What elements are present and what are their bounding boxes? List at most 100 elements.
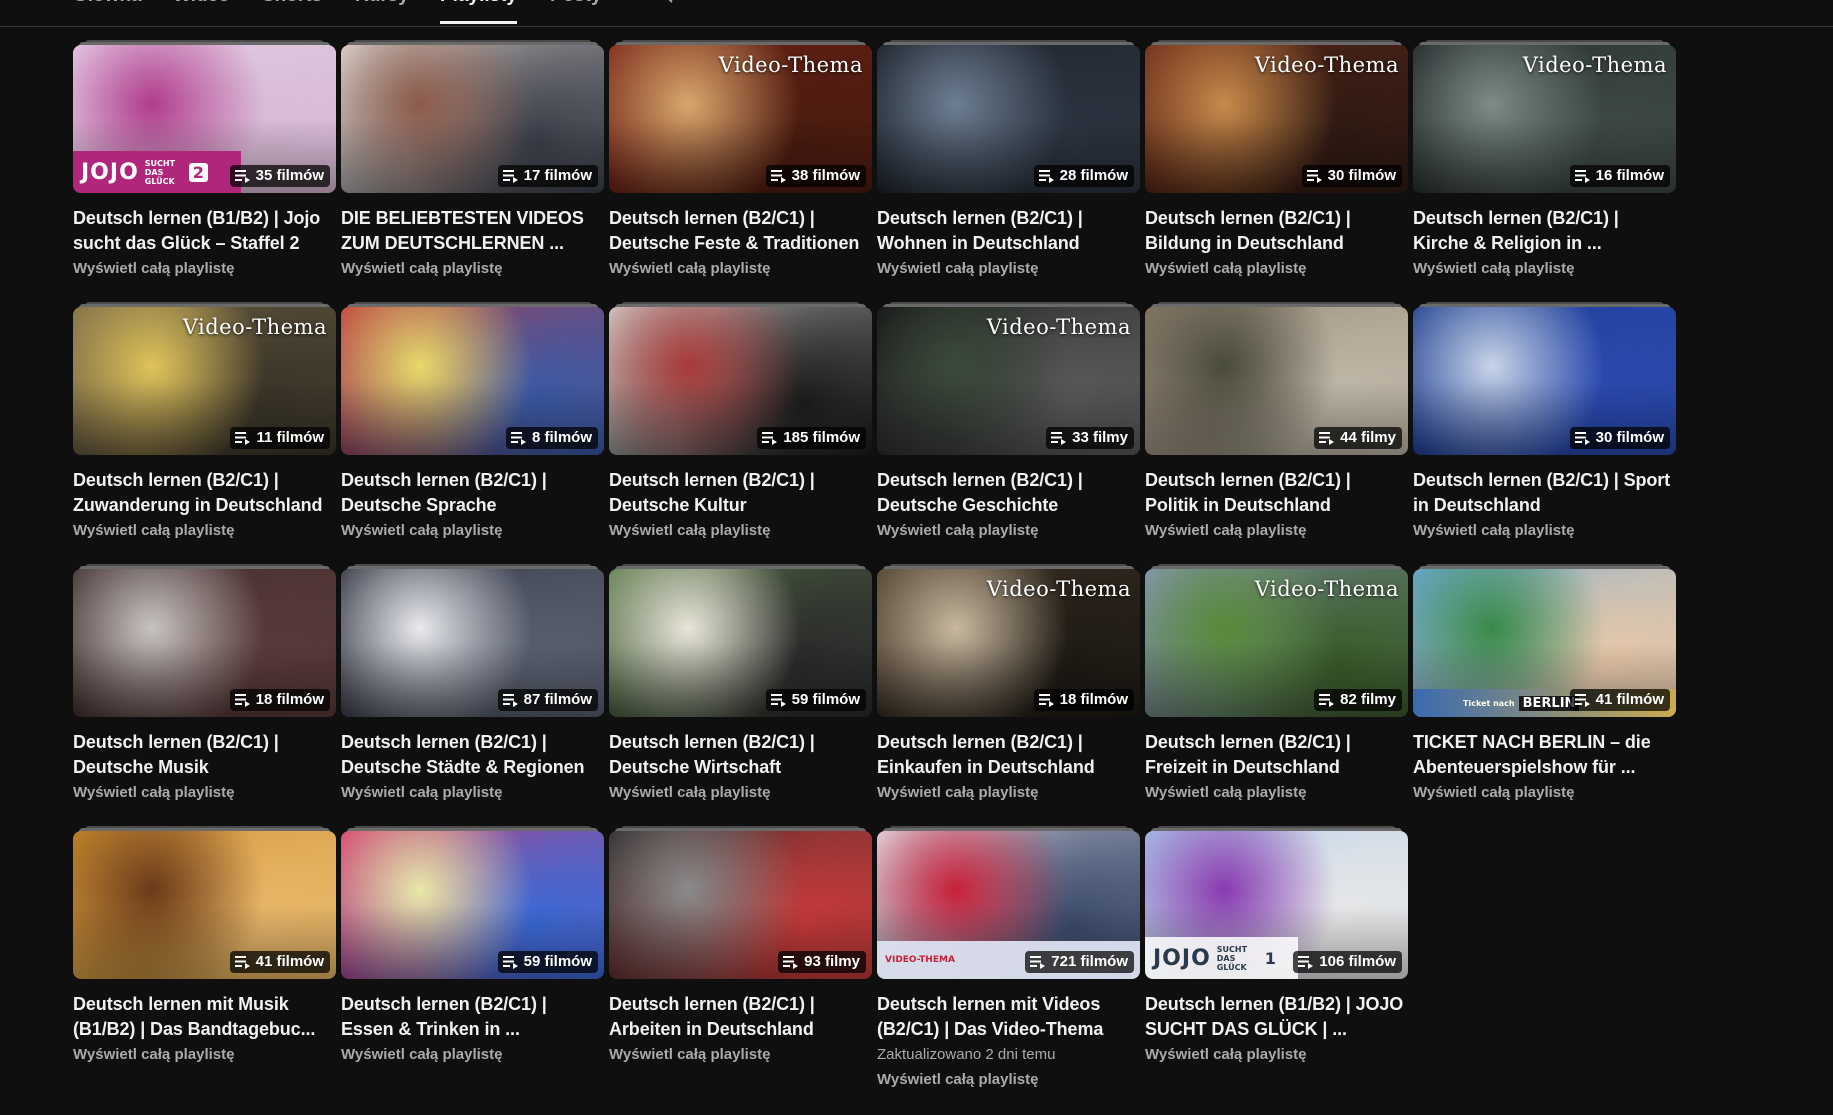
tab-playlists[interactable]: Playlisty	[440, 0, 518, 24]
playlist-thumbnail[interactable]: 11 filmów Video-Thema	[73, 307, 336, 455]
view-full-playlist-link[interactable]: Wyświetl całą playlistę	[609, 521, 770, 541]
view-full-playlist-link[interactable]: Wyświetl całą playlistę	[1145, 783, 1306, 803]
view-full-playlist-link[interactable]: Wyświetl całą playlistę	[1413, 521, 1574, 541]
playlist-title[interactable]: Deutsch lernen (B2/C1) | Deutsche Geschi…	[877, 468, 1140, 518]
view-full-playlist-link[interactable]: Wyświetl całą playlistę	[1145, 1045, 1306, 1065]
playlist-thumbnail[interactable]: 18 filmów Video-Thema	[877, 569, 1140, 717]
playlist-thumbnail[interactable]: 38 filmów Video-Thema	[609, 45, 872, 193]
playlist-title[interactable]: TICKET NACH BERLIN – die Abenteuerspiels…	[1413, 730, 1676, 780]
view-full-playlist-link[interactable]: Wyświetl całą playlistę	[341, 783, 502, 803]
playlist-title[interactable]: Deutsch lernen (B2/C1) | Deutsche Städte…	[341, 730, 604, 780]
playlist-thumbnail[interactable]: 18 filmów	[73, 569, 336, 717]
tab-courses[interactable]: Kursy	[355, 0, 409, 24]
playlist-thumbnail[interactable]: 59 filmów	[609, 569, 872, 717]
playlist-title[interactable]: Deutsch lernen (B2/C1) | Politik in Deut…	[1145, 468, 1408, 518]
playlist-title[interactable]: Deutsch lernen (B2/C1) | Bildung in Deut…	[1145, 206, 1408, 256]
playlist-card[interactable]: 38 filmów Video-Thema Deutsch lernen (B2…	[609, 40, 872, 302]
playlist-title[interactable]: DIE BELIEBTESTEN VIDEOS ZUM DEUTSCHLERNE…	[341, 206, 604, 256]
view-full-playlist-link[interactable]: Wyświetl całą playlistę	[877, 259, 1038, 279]
playlist-thumbnail[interactable]: 87 filmów	[341, 569, 604, 717]
playlist-card[interactable]: 185 filmów Deutsch lernen (B2/C1) | Deut…	[609, 302, 872, 564]
playlist-thumbnail[interactable]: 44 filmy	[1145, 307, 1408, 455]
view-full-playlist-link[interactable]: Wyświetl całą playlistę	[609, 259, 770, 279]
playlist-card[interactable]: 11 filmów Video-Thema Deutsch lernen (B2…	[73, 302, 336, 564]
playlist-thumbnail[interactable]: Ticket nach BERLIN 41 filmów	[1413, 569, 1676, 717]
playlist-card[interactable]: 93 filmy Deutsch lernen (B2/C1) | Arbeit…	[609, 826, 872, 1088]
playlist-card[interactable]: 59 filmów Deutsch lernen (B2/C1) | Deuts…	[609, 564, 872, 826]
playlist-title[interactable]: Deutsch lernen (B2/C1) | Deutsche Kultur	[609, 468, 872, 518]
view-full-playlist-link[interactable]: Wyświetl całą playlistę	[1145, 259, 1306, 279]
tab-posts[interactable]: Posty	[550, 0, 602, 24]
view-full-playlist-link[interactable]: Wyświetl całą playlistę	[341, 1045, 502, 1065]
view-full-playlist-link[interactable]: Wyświetl całą playlistę	[341, 259, 502, 279]
playlist-thumbnail[interactable]: 16 filmów Video-Thema	[1413, 45, 1676, 193]
view-full-playlist-link[interactable]: Wyświetl całą playlistę	[877, 783, 1038, 803]
playlist-thumbnail[interactable]: 93 filmy	[609, 831, 872, 979]
tab-home[interactable]: Główna	[73, 0, 142, 24]
playlist-card[interactable]: 33 filmy Video-Thema Deutsch lernen (B2/…	[877, 302, 1140, 564]
playlist-thumbnail[interactable]: JOJO SUCHT DAS GLÜCK 1 106 filmów	[1145, 831, 1408, 979]
playlist-thumbnail[interactable]: 30 filmów	[1413, 307, 1676, 455]
playlist-thumbnail[interactable]: 8 filmów	[341, 307, 604, 455]
playlist-card[interactable]: JOJO SUCHT DAS GLÜCK 1 106 filmów Deutsch …	[1145, 826, 1408, 1088]
playlist-card[interactable]: VIDEO-THEMA 721 filmów Deutsch lernen mi…	[877, 826, 1140, 1088]
playlist-title[interactable]: Deutsch lernen (B1/B2) | Jojo sucht das …	[73, 206, 336, 256]
playlist-thumbnail[interactable]: 28 filmów	[877, 45, 1140, 193]
playlist-title[interactable]: Deutsch lernen (B2/C1) | Deutsche Sprach…	[341, 468, 604, 518]
playlist-thumbnail[interactable]: 82 filmy Video-Thema	[1145, 569, 1408, 717]
view-full-playlist-link[interactable]: Wyświetl całą playlistę	[341, 521, 502, 541]
playlist-thumbnail[interactable]: 59 filmów	[341, 831, 604, 979]
search-icon[interactable]	[650, 0, 674, 4]
view-full-playlist-link[interactable]: Wyświetl całą playlistę	[1145, 521, 1306, 541]
playlist-card[interactable]: JOJO SUCHT DAS GLÜCK 2 35 filmów Deutsch l…	[73, 40, 336, 302]
playlist-thumbnail[interactable]: VIDEO-THEMA 721 filmów	[877, 831, 1140, 979]
playlist-card[interactable]: 44 filmy Deutsch lernen (B2/C1) | Politi…	[1145, 302, 1408, 564]
view-full-playlist-link[interactable]: Wyświetl całą playlistę	[73, 521, 234, 541]
playlist-title[interactable]: Deutsch lernen (B2/C1) | Sport in Deutsc…	[1413, 468, 1676, 518]
playlist-card[interactable]: 8 filmów Deutsch lernen (B2/C1) | Deutsc…	[341, 302, 604, 564]
playlist-card[interactable]: 16 filmów Video-Thema Deutsch lernen (B2…	[1413, 40, 1676, 302]
playlist-title[interactable]: Deutsch lernen (B2/C1) | Freizeit in Deu…	[1145, 730, 1408, 780]
view-full-playlist-link[interactable]: Wyświetl całą playlistę	[877, 1070, 1038, 1090]
playlist-thumbnail[interactable]: 41 filmów	[73, 831, 336, 979]
view-full-playlist-link[interactable]: Wyświetl całą playlistę	[1413, 783, 1574, 803]
playlist-title[interactable]: Deutsch lernen (B2/C1) | Einkaufen in De…	[877, 730, 1140, 780]
playlist-title[interactable]: Deutsch lernen (B2/C1) | Deutsche Feste …	[609, 206, 872, 256]
playlist-card[interactable]: 18 filmów Deutsch lernen (B2/C1) | Deuts…	[73, 564, 336, 826]
playlist-card[interactable]: 18 filmów Video-Thema Deutsch lernen (B2…	[877, 564, 1140, 826]
playlist-thumbnail[interactable]: 33 filmy Video-Thema	[877, 307, 1140, 455]
playlist-title[interactable]: Deutsch lernen mit Musik (B1/B2) | Das B…	[73, 992, 336, 1042]
playlist-card[interactable]: 59 filmów Deutsch lernen (B2/C1) | Essen…	[341, 826, 604, 1088]
view-full-playlist-link[interactable]: Wyświetl całą playlistę	[73, 259, 234, 279]
view-full-playlist-link[interactable]: Wyświetl całą playlistę	[1413, 259, 1574, 279]
view-full-playlist-link[interactable]: Wyświetl całą playlistę	[609, 1045, 770, 1065]
playlist-title[interactable]: Deutsch lernen (B2/C1) | Arbeiten in Deu…	[609, 992, 872, 1042]
playlist-card[interactable]: 82 filmy Video-Thema Deutsch lernen (B2/…	[1145, 564, 1408, 826]
playlist-title[interactable]: Deutsch lernen (B2/C1) | Essen & Trinken…	[341, 992, 604, 1042]
playlist-title[interactable]: Deutsch lernen (B1/B2) | JOJO SUCHT DAS …	[1145, 992, 1408, 1042]
playlist-card[interactable]: 41 filmów Deutsch lernen mit Musik (B1/B…	[73, 826, 336, 1088]
view-full-playlist-link[interactable]: Wyświetl całą playlistę	[609, 783, 770, 803]
playlist-card[interactable]: 17 filmów DIE BELIEBTESTEN VIDEOS ZUM DE…	[341, 40, 604, 302]
playlist-title[interactable]: Deutsch lernen (B2/C1) | Wohnen in Deuts…	[877, 206, 1140, 256]
video-count: 16 filmów	[1595, 167, 1664, 184]
tab-videos[interactable]: Wideo	[173, 0, 230, 24]
playlist-title[interactable]: Deutsch lernen (B2/C1) | Kirche & Religi…	[1413, 206, 1676, 256]
playlist-title[interactable]: Deutsch lernen (B2/C1) | Deutsche Musik	[73, 730, 336, 780]
playlist-card[interactable]: 87 filmów Deutsch lernen (B2/C1) | Deuts…	[341, 564, 604, 826]
playlist-thumbnail[interactable]: 30 filmów Video-Thema	[1145, 45, 1408, 193]
playlist-title[interactable]: Deutsch lernen (B2/C1) | Zuwanderung in …	[73, 468, 336, 518]
playlist-card[interactable]: 28 filmów Deutsch lernen (B2/C1) | Wohne…	[877, 40, 1140, 302]
playlist-card[interactable]: 30 filmów Video-Thema Deutsch lernen (B2…	[1145, 40, 1408, 302]
tab-shorts[interactable]: Shorts	[262, 0, 322, 24]
view-full-playlist-link[interactable]: Wyświetl całą playlistę	[73, 1045, 234, 1065]
playlist-card[interactable]: Ticket nach BERLIN 41 filmów TICKET NACH …	[1413, 564, 1676, 826]
playlist-title[interactable]: Deutsch lernen mit Videos (B2/C1) | Das …	[877, 992, 1140, 1042]
playlist-title[interactable]: Deutsch lernen (B2/C1) | Deutsche Wirtsc…	[609, 730, 872, 780]
view-full-playlist-link[interactable]: Wyświetl całą playlistę	[877, 521, 1038, 541]
view-full-playlist-link[interactable]: Wyświetl całą playlistę	[73, 783, 234, 803]
playlist-thumbnail[interactable]: JOJO SUCHT DAS GLÜCK 2 35 filmów	[73, 45, 336, 193]
playlist-card[interactable]: 30 filmów Deutsch lernen (B2/C1) | Sport…	[1413, 302, 1676, 564]
playlist-thumbnail[interactable]: 17 filmów	[341, 45, 604, 193]
playlist-thumbnail[interactable]: 185 filmów	[609, 307, 872, 455]
